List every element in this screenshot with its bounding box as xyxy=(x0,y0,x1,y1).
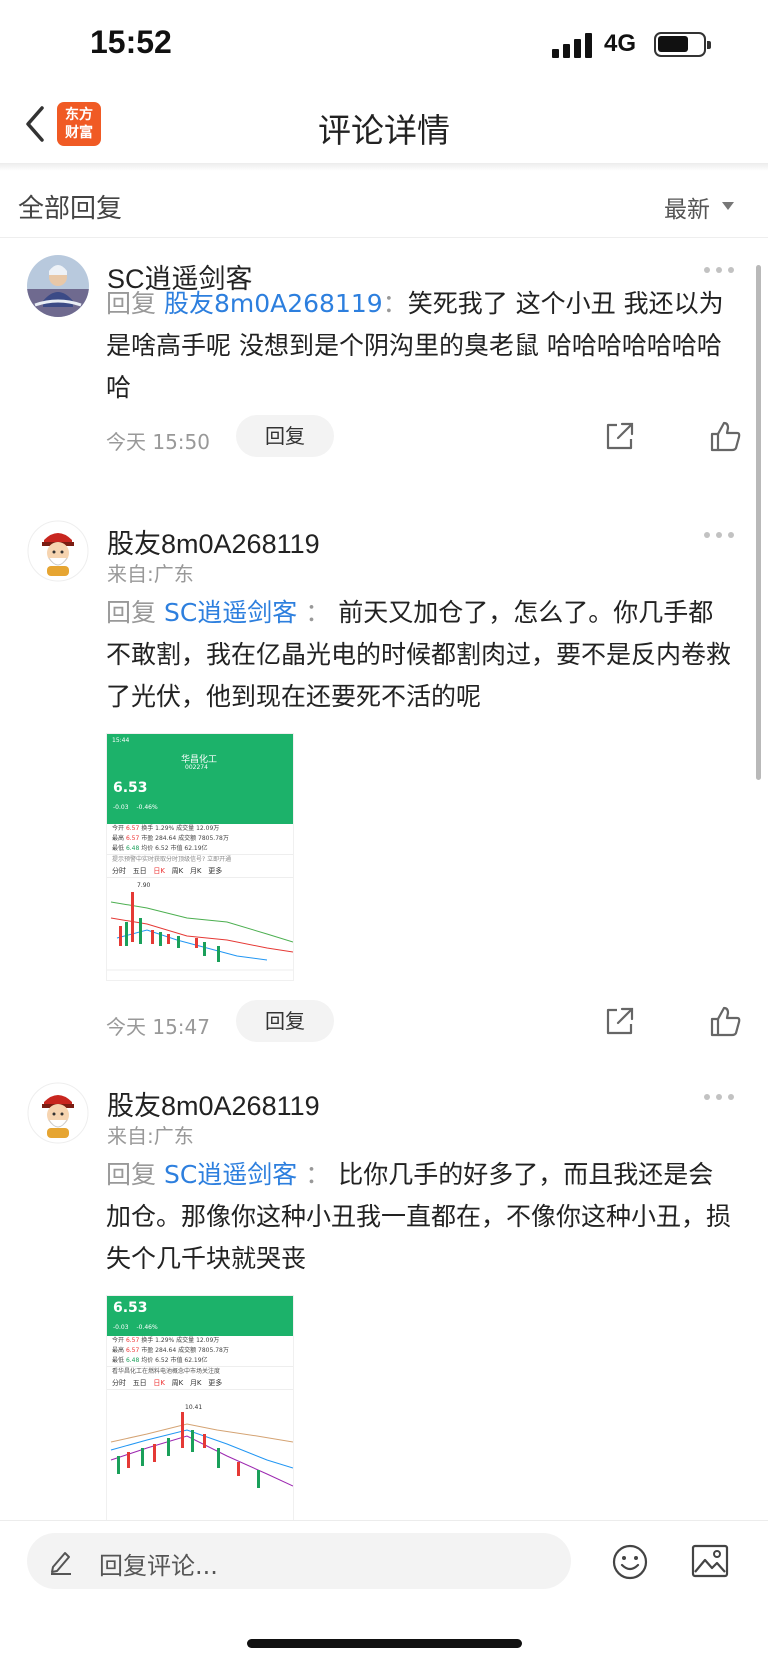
filter-bar: 全部回复 最新 xyxy=(0,172,768,238)
reply-target-link[interactable]: SC逍遥剑客 xyxy=(164,1160,297,1189)
username[interactable]: 股友8m0A268119 xyxy=(107,522,320,561)
all-replies-label: 全部回复 xyxy=(18,194,123,224)
nav-divider xyxy=(0,163,768,171)
image-stat-row: 最低 6.48 均价 6.52 市值 62.19亿 xyxy=(112,1357,208,1364)
page-title: 评论详情 xyxy=(318,111,450,150)
share-icon[interactable] xyxy=(603,1004,637,1038)
reply-prefix: 回复 xyxy=(106,289,157,318)
image-tabs: 分时 五日 日K 周K 月K 更多 xyxy=(107,1376,293,1390)
avatar[interactable] xyxy=(27,520,89,582)
pencil-icon xyxy=(51,1552,71,1575)
image-stat-row: 今开 6.57 换手 1.29% 成交量 12.09万 xyxy=(112,1337,220,1344)
image-change: -0.03 xyxy=(113,1324,129,1331)
bottom-bar: 回复评论... xyxy=(0,1520,768,1662)
comment-text: 回复 SC逍遥剑客 ： 前天又加仓了，怎么了。你几手都不敢割，我在亿晶光电的时候… xyxy=(106,592,738,718)
reply-button[interactable]: 回复 xyxy=(236,415,334,457)
network-type: 4G xyxy=(604,30,637,57)
reply-separator: ： xyxy=(382,289,408,318)
more-icon[interactable] xyxy=(704,1094,736,1102)
image-icon[interactable] xyxy=(690,1543,730,1579)
image-status-time: 15:44 xyxy=(112,737,130,744)
more-icon[interactable] xyxy=(704,532,736,540)
reply-separator: ： xyxy=(305,1160,331,1189)
avatar[interactable] xyxy=(27,255,89,317)
reply-button[interactable]: 回复 xyxy=(236,1000,334,1042)
image-change-pct: -0.46% xyxy=(136,1324,158,1331)
image-change: -0.03 xyxy=(113,804,129,811)
comment-image[interactable]: 6.53 -0.03 -0.46% 今开 6.57 换手 1.29% 成交量 1… xyxy=(106,1295,294,1520)
share-icon[interactable] xyxy=(603,419,637,453)
status-time: 15:52 xyxy=(90,24,172,60)
image-price: 6.53 xyxy=(113,1300,148,1316)
comment-item: SC逍遥剑客 回复 股友8m0A268119：笑死我了 这个小丑 我还以为是啥高… xyxy=(0,255,768,495)
image-kline-chart: 10.41 xyxy=(107,1390,293,1510)
reply-separator: ： xyxy=(305,598,331,627)
image-kline-chart: 7.90 xyxy=(107,878,293,972)
reply-prefix: 回复 xyxy=(106,1160,157,1189)
signal-icon xyxy=(552,32,594,58)
thumbs-up-icon[interactable] xyxy=(708,419,742,453)
image-tabs: 分时 五日 日K 周K 月K 更多 xyxy=(107,864,293,878)
image-notice: 提示预警中实时获取分时顶级信号? 立即开通 xyxy=(107,854,293,864)
reply-target-link[interactable]: 股友8m0A268119 xyxy=(164,289,383,318)
more-icon[interactable] xyxy=(704,267,736,275)
reply-input-placeholder: 回复评论... xyxy=(99,1552,218,1580)
sort-dropdown[interactable]: 最新 xyxy=(664,190,710,224)
emoji-icon[interactable] xyxy=(611,1543,649,1581)
comment-image[interactable]: 15:44 华昌化工 002274 6.53 -0.03 -0.46% 今开 6… xyxy=(106,733,294,981)
home-indicator[interactable] xyxy=(247,1639,522,1648)
thumbs-up-icon[interactable] xyxy=(708,1004,742,1038)
reply-input[interactable]: 回复评论... xyxy=(27,1533,571,1589)
navigation-bar: 东方 财富 评论详情 xyxy=(0,90,768,166)
comment-time: 今天 15:47 xyxy=(106,1015,210,1039)
comment-time: 今天 15:50 xyxy=(106,430,210,454)
comment-item: 股友8m0A268119 来自:广东 回复 SC逍遥剑客 ： 比你几手的好多了，… xyxy=(0,1082,768,1520)
comment-item: 股友8m0A268119 来自:广东 回复 SC逍遥剑客 ： 前天又加仓了，怎么… xyxy=(0,520,768,1042)
location-label: 来自:广东 xyxy=(107,562,194,586)
reply-prefix: 回复 xyxy=(106,598,157,627)
status-bar: 15:52 4G xyxy=(0,0,768,90)
image-notice: 看华昌化工在燃料电池概念中市场关注度 xyxy=(107,1366,293,1376)
comment-text: 回复 SC逍遥剑客 ： 比你几手的好多了，而且我还是会加仓。那像你这种小丑我一直… xyxy=(106,1154,738,1280)
avatar[interactable] xyxy=(27,1082,89,1144)
image-stat-row: 今开 6.57 换手 1.29% 成交量 12.09万 xyxy=(112,825,220,832)
image-stock-code: 002274 xyxy=(185,764,208,771)
username[interactable]: 股友8m0A268119 xyxy=(107,1084,320,1123)
comment-text: 回复 股友8m0A268119：笑死我了 这个小丑 我还以为是啥高手呢 没想到是… xyxy=(106,283,738,409)
image-stat-row: 最高 6.57 市盈 284.64 成交额 7805.78万 xyxy=(112,1347,229,1354)
image-stat-row: 最低 6.48 均价 6.52 市值 62.19亿 xyxy=(112,845,208,852)
image-stat-row: 最高 6.57 市盈 284.64 成交额 7805.78万 xyxy=(112,835,229,842)
location-label: 来自:广东 xyxy=(107,1124,194,1148)
image-change-pct: -0.46% xyxy=(136,804,158,811)
image-price: 6.53 xyxy=(113,780,148,796)
battery-icon xyxy=(654,32,711,57)
caret-down-icon[interactable] xyxy=(722,202,734,210)
reply-target-link[interactable]: SC逍遥剑客 xyxy=(164,598,297,627)
